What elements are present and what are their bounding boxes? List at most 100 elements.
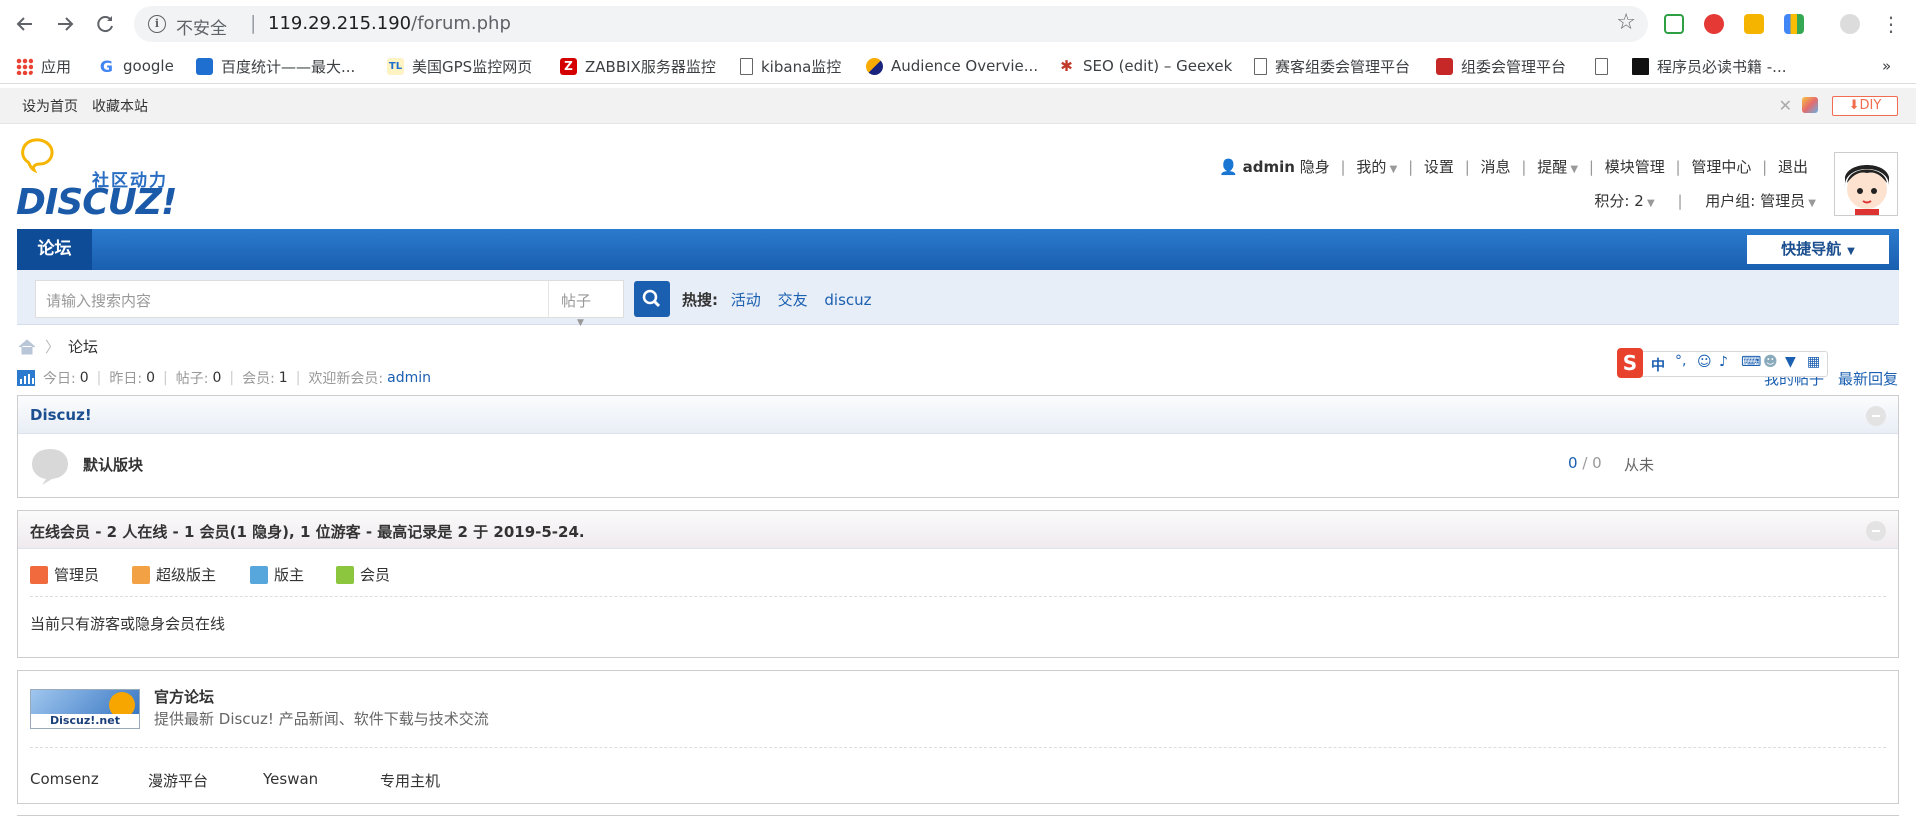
forward-arrow-icon[interactable]: [52, 11, 78, 37]
hot-link-dating[interactable]: 交友: [778, 291, 808, 309]
set-homepage-link[interactable]: 设为首页: [22, 96, 78, 116]
official-forum-badge[interactable]: Discuz!.net: [30, 689, 140, 729]
chart-icon: [196, 57, 213, 75]
bookmark-saike[interactable]: 赛客组委会管理平台: [1254, 55, 1410, 77]
username-link[interactable]: admin: [1243, 158, 1295, 176]
online-notice: 当前只有游客或隐身会员在线: [30, 615, 226, 633]
admin-center-link[interactable]: 管理中心: [1691, 158, 1751, 176]
my-label: 我的: [1356, 158, 1387, 176]
category-title[interactable]: Discuz!: [30, 406, 92, 424]
my-menu[interactable]: 我的 ▼: [1356, 158, 1397, 176]
bookmark-label: Audience Overvie...: [891, 57, 1039, 75]
bookmark-label: kibana监控: [761, 57, 842, 76]
home-icon[interactable]: [17, 338, 37, 356]
legend-super-mod: 超级版主: [132, 564, 216, 585]
bookmark-apps[interactable]: 应用: [16, 55, 71, 77]
module-manage-link[interactable]: 模块管理: [1605, 158, 1665, 176]
ime-chinese-mode: 中: [1651, 358, 1665, 374]
bookmark-google[interactable]: G google: [98, 55, 174, 77]
bookmark-label: 百度统计——最大...: [221, 57, 356, 76]
legend-label: 管理员: [54, 566, 100, 584]
nav-item-forum[interactable]: 论坛: [17, 229, 92, 270]
close-panel-icon[interactable]: ✕: [1779, 96, 1792, 115]
browser-toolbar: i 不安全 | 119.29.215.190/forum.php ☆ ⋮: [0, 0, 1916, 48]
bookmark-zuweihui[interactable]: 组委会管理平台: [1436, 55, 1566, 77]
quick-nav-button[interactable]: 快捷导航 ▼: [1747, 235, 1889, 264]
keyboard-icon: ⌨: [1741, 354, 1762, 370]
link-comsenz[interactable]: Comsenz: [30, 770, 99, 788]
messages-link[interactable]: 消息: [1481, 158, 1511, 176]
collapse-icon[interactable]: [1866, 406, 1886, 426]
forum-name-link[interactable]: 默认版块: [83, 454, 143, 475]
link-dedicated-host[interactable]: 专用主机: [380, 770, 440, 791]
bookmark-gps[interactable]: TL 美国GPS监控网页: [387, 55, 532, 77]
breadcrumb: 〉 论坛: [17, 336, 98, 357]
bookmark-site-link[interactable]: 收藏本站: [92, 96, 148, 116]
info-icon[interactable]: i: [148, 15, 166, 33]
caret-down-icon: ▼: [1567, 164, 1579, 175]
settings-link[interactable]: 设置: [1424, 158, 1454, 176]
tv-extension-icon[interactable]: [1664, 14, 1684, 34]
url-text[interactable]: 119.29.215.190/forum.php: [268, 13, 511, 34]
newest-member-link[interactable]: admin: [387, 370, 431, 386]
bookmark-zabbix[interactable]: Z ZABBIX服务器监控: [560, 55, 716, 77]
diy-button[interactable]: ⬇DIY: [1832, 96, 1898, 116]
bookmark-kibana[interactable]: kibana监控: [740, 55, 841, 77]
reminders-label: 提醒: [1537, 158, 1568, 176]
online-legend: 管理员 超级版主 版主 会员: [30, 549, 1886, 597]
profile-avatar-icon[interactable]: [1840, 14, 1860, 34]
stats-chart-icon: [17, 370, 35, 386]
avatar[interactable]: [1834, 152, 1898, 216]
logout-link[interactable]: 退出: [1778, 158, 1808, 176]
bookmark-audience[interactable]: Audience Overvie...: [866, 55, 1038, 77]
collapse-icon[interactable]: [1866, 521, 1886, 541]
address-bar[interactable]: i 不安全 | 119.29.215.190/forum.php ☆: [134, 6, 1648, 42]
bookmarks-more-button[interactable]: »: [1882, 55, 1891, 77]
main-nav: 论坛 快捷导航 ▼: [17, 229, 1899, 270]
invisible-link[interactable]: 隐身: [1300, 158, 1330, 176]
today-count: 0: [79, 370, 89, 386]
admin-user-icon: [30, 565, 48, 584]
red-badge-icon: [1436, 57, 1453, 75]
bookmark-star-icon[interactable]: ☆: [1616, 10, 1636, 35]
official-forum-desc: 提供最新 Discuz! 产品新闻、软件下载与技术交流: [154, 710, 489, 728]
search-input[interactable]: 请输入搜索内容: [35, 280, 549, 318]
count-separator: /: [1582, 454, 1588, 472]
menu-kebab-icon[interactable]: ⋮: [1878, 11, 1904, 37]
hot-link-activity[interactable]: 活动: [731, 291, 761, 309]
link-manyou[interactable]: 漫游平台: [148, 770, 208, 791]
member-user-icon: [336, 565, 354, 584]
usergroup-menu[interactable]: 用户组: 管理员 ▼: [1705, 192, 1816, 210]
bookmark-programmer-books[interactable]: 程序员必读书籍 -...: [1632, 55, 1787, 77]
site-logo[interactable]: 社区动力 DISCUZ!: [16, 138, 186, 223]
reload-icon[interactable]: [92, 11, 118, 37]
red-circle-extension-icon[interactable]: [1704, 14, 1724, 34]
online-members-box: 在线会员 - 2 人在线 - 1 会员(1 隐身), 1 位游客 - 最高记录是…: [17, 510, 1899, 658]
reminders-menu[interactable]: 提醒 ▼: [1537, 158, 1578, 176]
hot-link-discuz[interactable]: discuz: [824, 291, 871, 309]
breadcrumb-current: 论坛: [68, 338, 99, 356]
search-type-select[interactable]: 帖子 ▼: [548, 280, 624, 328]
caret-down-icon: ▼: [1386, 164, 1398, 175]
ime-toolbar[interactable]: S 中 °, ☺ ♪ ⌨ ☻ ▼ ▦: [1617, 348, 1828, 378]
color-extension-icon[interactable]: [1784, 14, 1804, 34]
breadcrumb-separator: 〉: [45, 338, 61, 356]
apps-grid-icon: [16, 57, 33, 75]
caret-down-icon: ▼: [1643, 198, 1655, 209]
links-divider: [30, 747, 1886, 748]
bookmark-baidu-tongji[interactable]: 百度统计——最大...: [196, 55, 355, 77]
style-switch-icon[interactable]: [1802, 97, 1818, 113]
online-header: 在线会员 - 2 人在线 - 1 会员(1 隐身), 1 位游客 - 最高记录是…: [18, 511, 1898, 549]
points-menu[interactable]: 积分: 2 ▼: [1594, 192, 1654, 210]
forum-counts: 0 / 0: [1568, 454, 1602, 472]
latest-reply-link[interactable]: 最新回复: [1838, 368, 1898, 389]
online-title[interactable]: 在线会员 - 2 人在线 - 1 会员(1 隐身), 1 位游客 - 最高记录是…: [30, 523, 585, 541]
bookmark-seo-geexek[interactable]: ✱ SEO (edit) – Geexek: [1058, 55, 1232, 77]
bookmark-blank-page[interactable]: [1595, 55, 1616, 77]
back-arrow-icon[interactable]: [12, 11, 38, 37]
bookmark-label: 程序员必读书籍 -...: [1657, 57, 1787, 76]
search-button[interactable]: [634, 281, 670, 317]
official-forum-title[interactable]: 官方论坛: [154, 686, 214, 707]
link-yeswan[interactable]: Yeswan: [263, 770, 318, 788]
lock-extension-icon[interactable]: [1744, 14, 1764, 34]
